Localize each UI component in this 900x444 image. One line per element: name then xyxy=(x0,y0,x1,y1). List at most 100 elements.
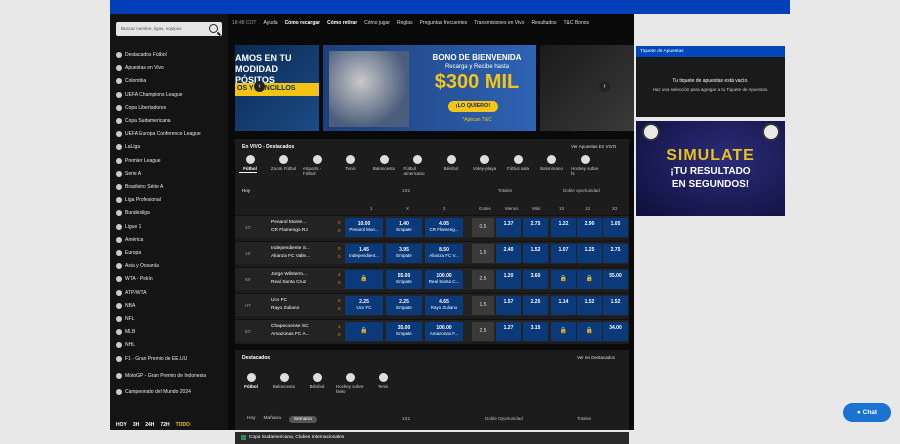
home-team[interactable]: Jorge Wilsterm... xyxy=(271,272,307,277)
home-team[interactable]: Penarol Monte... xyxy=(271,220,306,225)
odd-draw[interactable]: 1.40 Empate xyxy=(386,218,422,237)
sidebar-item[interactable]: Colombia xyxy=(116,76,146,86)
live-sport-tab[interactable]: Hockey sobre hi xyxy=(571,155,599,176)
home-team[interactable]: Independiente S... xyxy=(271,246,310,251)
featured-sport-tab[interactable]: Tenis xyxy=(369,373,397,389)
odd-1x[interactable]: 1.07 xyxy=(551,244,576,263)
banner-deposits[interactable]: AMOS EN TU MODIDAD PÓSITOS OS Y SENCILLO… xyxy=(235,45,319,131)
sidebar-item[interactable]: Asia y Oceanía xyxy=(116,261,159,271)
sidebar-item[interactable]: Brasileiro Série A xyxy=(116,182,163,192)
nav-como-jugar[interactable]: Cómo jugar xyxy=(364,20,390,26)
odd-under[interactable]: 1.57 xyxy=(496,296,521,315)
sidebar-item[interactable]: Premier League xyxy=(116,156,161,166)
tab-semana[interactable]: Semana xyxy=(288,416,317,423)
sidebar-item[interactable]: MLB xyxy=(116,327,135,337)
sidebar-item[interactable]: Europa xyxy=(116,248,141,258)
search-input[interactable]: Buscar nombre, ligas, equipos xyxy=(116,22,222,36)
live-sport-tab[interactable]: Zoom Fútbol xyxy=(270,155,298,171)
home-team[interactable]: Chapecoense SC xyxy=(271,324,309,329)
odd-home[interactable]: 1.45 Independient... xyxy=(345,244,383,263)
sidebar-item[interactable]: Destacados Fútbol xyxy=(116,50,167,60)
promo-simulate[interactable]: SIMULATE ¡TU RESULTADO EN SEGUNDOS! xyxy=(636,121,785,216)
odd-home[interactable]: 2.25 Ucv FC xyxy=(345,296,383,315)
odd-away[interactable]: 100.00 Real Santa C... xyxy=(425,270,463,289)
away-team[interactable]: Alianza FC Valle... xyxy=(271,254,310,259)
away-team[interactable]: Real Santa Cruz xyxy=(271,280,306,285)
feat-col-totales[interactable]: Totales xyxy=(577,416,591,421)
sidebar-item[interactable]: Bundesliga xyxy=(116,208,150,218)
odd-x2[interactable]: 1.52 xyxy=(603,296,628,315)
sidebar-item[interactable]: UEFA Europa Conference League xyxy=(116,129,201,139)
odd-under[interactable]: 2.40 xyxy=(496,244,521,263)
live-link[interactable]: Ver Apuestas En VIVO xyxy=(571,144,616,149)
live-sport-tab[interactable]: Fútbol sala xyxy=(504,155,532,171)
sidebar-item[interactable]: Copa Sudamericana xyxy=(116,116,171,126)
odd-draw[interactable]: 2.25 Empate xyxy=(386,296,422,315)
sidebar-item[interactable]: MotoGP - Gran Premio de Indonesia xyxy=(116,371,206,381)
away-team[interactable]: CR Flamengo RJ xyxy=(271,228,308,233)
odd-away[interactable]: 100.00 Amazonas F... xyxy=(425,322,463,341)
odd-draw[interactable]: 35.00 Empate xyxy=(386,322,422,341)
carousel-prev-icon[interactable]: ‹ xyxy=(254,81,265,92)
away-team[interactable]: Rayo Zuliano xyxy=(271,306,299,311)
sidebar-item[interactable]: NHL xyxy=(116,340,135,350)
tab-manana[interactable]: Mañana xyxy=(264,416,281,423)
featured-sport-tab[interactable]: Hockey sobre hielo xyxy=(336,373,364,394)
sidebar-item[interactable]: UEFA Champions League xyxy=(116,90,183,100)
odd-home[interactable]: 10.00 Penarol Mon... xyxy=(345,218,383,237)
sidebar-item[interactable]: Campeonato del Mundo 2024 xyxy=(116,387,191,397)
odd-x2[interactable]: 1.05 xyxy=(603,218,628,237)
sidebar-item[interactable]: Liga Profesional xyxy=(116,195,161,205)
sidebar-item[interactable]: WTA - Pekín xyxy=(116,274,153,284)
sidebar-item[interactable]: América xyxy=(116,235,143,245)
live-sport-tab[interactable]: Balonmano xyxy=(538,155,566,171)
live-sport-tab[interactable]: Voley-playa xyxy=(471,155,499,171)
odd-under[interactable]: 1.27 xyxy=(496,322,521,341)
odd-away[interactable]: 4.65 Rayo Zuliano xyxy=(425,296,463,315)
odd-over[interactable]: 3.15 xyxy=(523,322,548,341)
odd-away[interactable]: 8.50 Alianza FC V... xyxy=(425,244,463,263)
filter-todo[interactable]: TODO xyxy=(176,422,190,428)
sidebar-item[interactable]: Ligue 1 xyxy=(116,222,141,232)
featured-sport-tab[interactable]: Fútbol xyxy=(237,373,265,389)
nav-como-retirar[interactable]: Cómo retirar xyxy=(327,20,357,26)
live-sport-tab[interactable]: Baloncesto xyxy=(370,155,398,171)
carousel-next-icon[interactable]: › xyxy=(599,81,610,92)
sidebar-item[interactable]: Serie A xyxy=(116,169,141,179)
odd-12[interactable]: 1.25 xyxy=(577,244,602,263)
live-sport-tab[interactable]: eSports - Fútbol xyxy=(303,155,331,176)
odd-over[interactable]: 1.52 xyxy=(523,244,548,263)
sidebar-item[interactable]: Copa Libertadores xyxy=(116,103,166,113)
featured-link[interactable]: Ver en Destacados xyxy=(577,355,615,360)
sidebar-item[interactable]: ATP/WTA xyxy=(116,288,146,298)
odd-over[interactable]: 2.25 xyxy=(523,296,548,315)
odd-1x[interactable]: 1.14 xyxy=(551,296,576,315)
sidebar-item[interactable]: LaLiga xyxy=(116,142,140,152)
live-sport-tab[interactable]: Fútbol xyxy=(236,155,264,171)
odd-over[interactable]: 2.75 xyxy=(523,218,548,237)
odd-x2[interactable]: 34.00 xyxy=(603,322,628,341)
odd-12[interactable]: 1.52 xyxy=(577,296,602,315)
odd-under[interactable]: 1.37 xyxy=(496,218,521,237)
nav-tc-bonos[interactable]: T&C Bonos xyxy=(563,20,589,26)
featured-sport-tab[interactable]: Béisbol xyxy=(303,373,331,389)
live-sport-tab[interactable]: Fútbol americano xyxy=(404,155,432,176)
odd-x2[interactable]: 2.75 xyxy=(603,244,628,263)
league-row[interactable]: Copa Sudamericana, Clubes Internacionale… xyxy=(235,432,629,444)
odd-1x[interactable]: 1.22 xyxy=(551,218,576,237)
sidebar-item[interactable]: NFL xyxy=(116,314,134,324)
away-team[interactable]: Amazonas FC A... xyxy=(271,332,310,337)
odd-12[interactable]: 2.90 xyxy=(577,218,602,237)
nav-transmisiones[interactable]: Transmisiones en Vivo xyxy=(474,20,524,26)
tab-hoy[interactable]: Hoy xyxy=(247,416,256,423)
live-sport-tab[interactable]: Béisbol xyxy=(437,155,465,171)
odd-away[interactable]: 4.05 CR Flameng... xyxy=(425,218,463,237)
sidebar-item[interactable]: Apuestas en Vivo xyxy=(116,63,164,73)
live-sport-tab[interactable]: Tenis xyxy=(337,155,365,171)
filter-3h[interactable]: 3H xyxy=(133,422,139,428)
nav-resultados[interactable]: Resultados xyxy=(531,20,556,26)
sidebar-item[interactable]: NBA xyxy=(116,301,135,311)
filter-hoy[interactable]: HOY xyxy=(116,422,127,428)
filter-24h[interactable]: 24H xyxy=(145,422,154,428)
odd-x2[interactable]: 55.00 xyxy=(603,270,628,289)
